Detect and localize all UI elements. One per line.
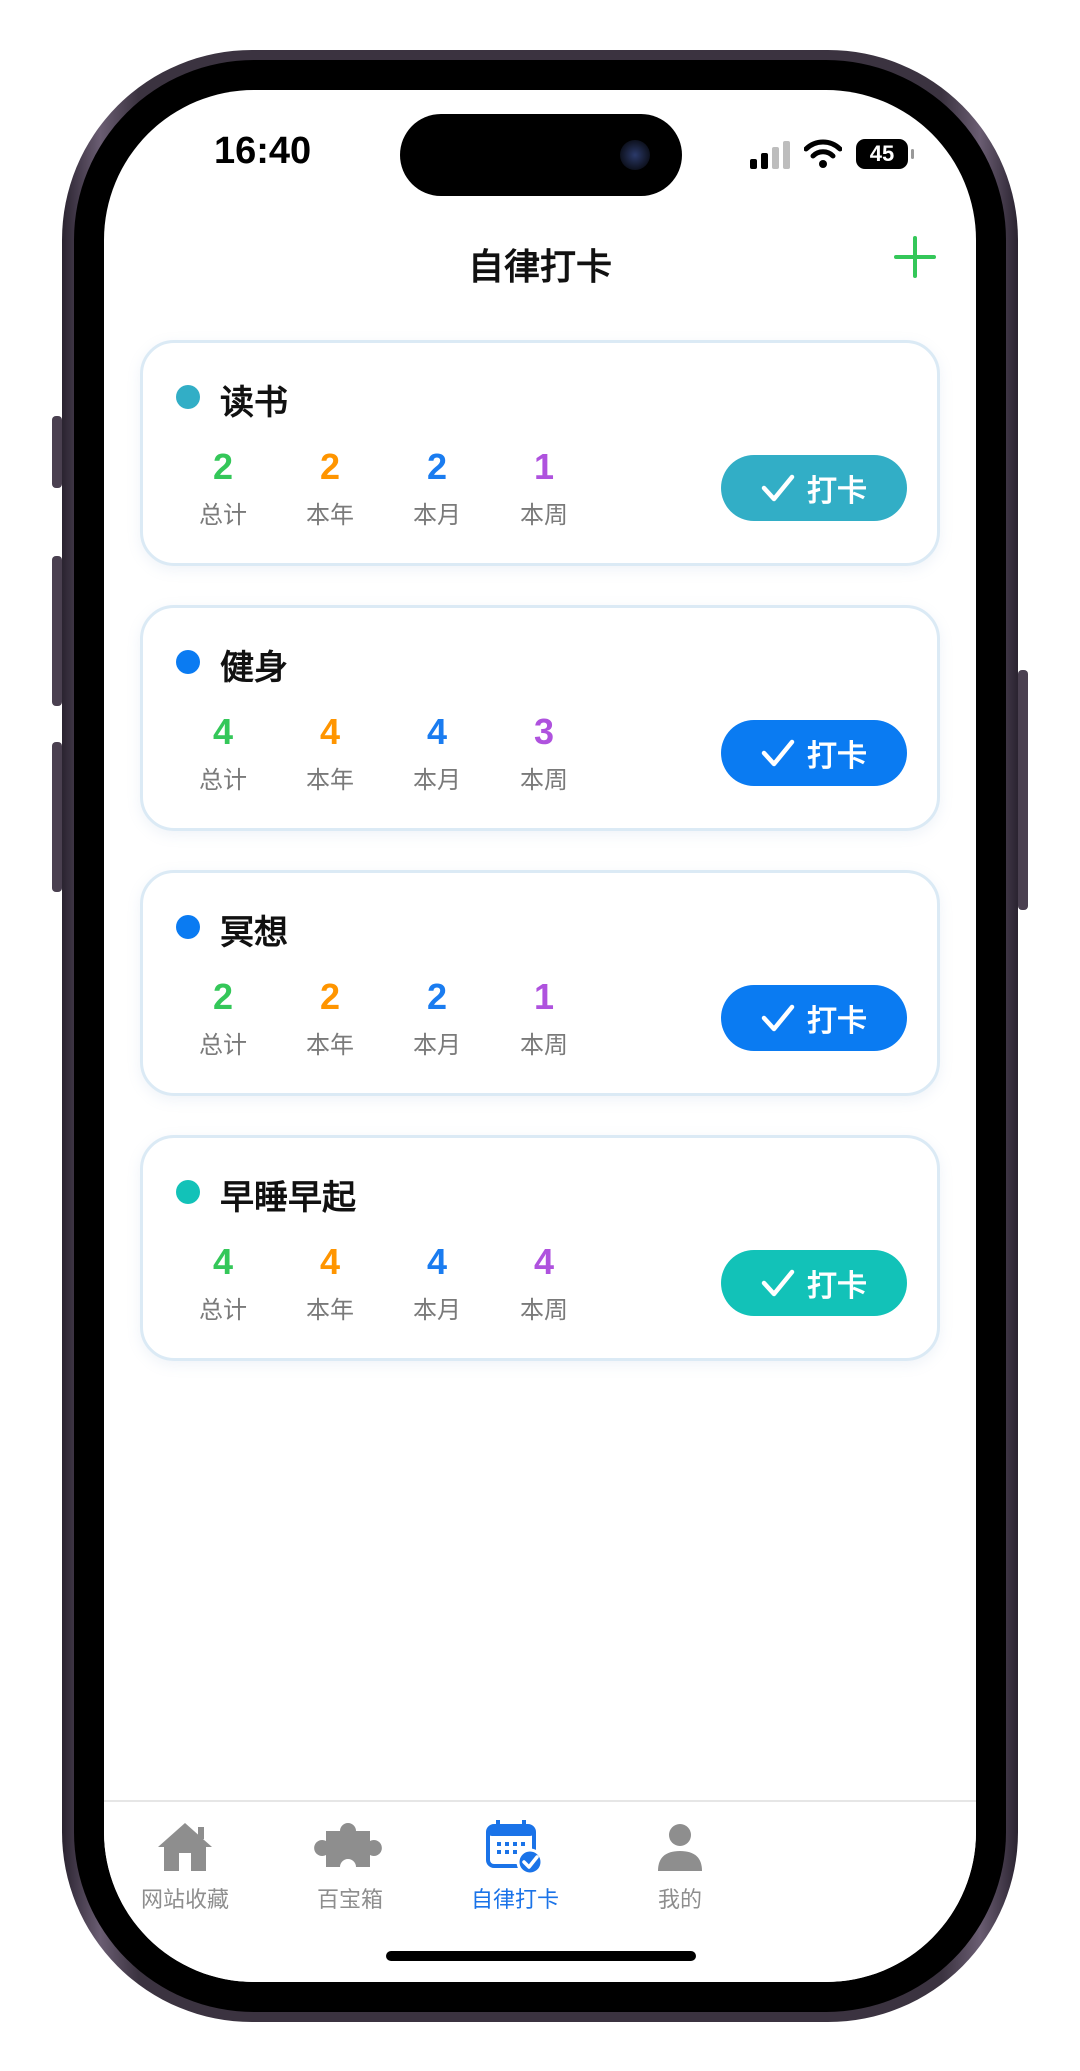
checkmark-icon: [761, 474, 795, 502]
habit-stat-month: 2 本月: [397, 447, 477, 530]
habit-stat-total: 2 总计: [183, 447, 263, 530]
person-icon: [658, 1824, 702, 1871]
page-title: 自律打卡: [467, 247, 612, 288]
stat-label: 本月: [413, 501, 461, 529]
checkin-button[interactable]: 打卡: [721, 1250, 907, 1316]
habit-stat-week: 1 本周: [504, 977, 584, 1060]
checkin-label: 打卡: [807, 1269, 867, 1304]
habit-stat-month: 4 本月: [397, 1242, 477, 1325]
checkin-button[interactable]: 打卡: [721, 985, 907, 1051]
tab-label: 我的: [657, 1888, 702, 1913]
habit-color-dot: [176, 650, 200, 674]
stat-value: 4: [426, 711, 448, 752]
action-button: [52, 416, 62, 488]
stat-label: 总计: [199, 1031, 247, 1059]
habit-color-dot: [176, 915, 200, 939]
power-button: [1018, 670, 1028, 910]
checkmark-icon: [761, 739, 795, 767]
checkin-label: 打卡: [807, 474, 867, 509]
stat-label: 本周: [520, 766, 568, 794]
stat-value: 4: [319, 711, 341, 752]
stat-label: 本月: [413, 766, 461, 794]
habit-card[interactable]: 冥想 2 总计 2 本年 2 本月 1 本周 打卡: [140, 870, 940, 1096]
habit-card[interactable]: 早睡早起 4 总计 4 本年 4 本月 4 本周 打卡: [140, 1135, 940, 1361]
tab-label: 网站收藏: [140, 1888, 229, 1913]
status-icons: 45: [750, 136, 914, 172]
cellular-signal-icon: [750, 139, 790, 169]
habit-card[interactable]: 健身 4 总计 4 本年 4 本月 3 本周 打卡: [140, 605, 940, 831]
habit-stat-total: 2 总计: [183, 977, 263, 1060]
volume-down-button: [52, 742, 62, 892]
calendar-check-icon: [486, 1820, 544, 1876]
habit-stat-week: 4 本周: [504, 1242, 584, 1325]
camera-icon: [620, 140, 650, 170]
checkin-button[interactable]: 打卡: [721, 455, 907, 521]
stat-label: 总计: [199, 766, 247, 794]
habit-name: 健身: [220, 648, 288, 688]
stat-label: 本年: [306, 1031, 354, 1059]
checkin-label: 打卡: [807, 739, 867, 774]
habit-name: 冥想: [220, 913, 288, 953]
stat-value: 4: [319, 1241, 341, 1282]
stat-value: 1: [533, 446, 555, 487]
add-habit-button[interactable]: [894, 236, 936, 278]
habit-stat-year: 4 本年: [290, 1242, 370, 1325]
checkmark-icon: [761, 1004, 795, 1032]
tab-website-favorites[interactable]: 网站收藏: [105, 1816, 265, 1914]
stat-label: 本年: [306, 1296, 354, 1324]
stat-label: 本月: [413, 1031, 461, 1059]
habit-stat-year: 2 本年: [290, 977, 370, 1060]
stat-value: 2: [319, 446, 341, 487]
stat-label: 本年: [306, 766, 354, 794]
stat-label: 本周: [520, 1031, 568, 1059]
stat-value: 3: [533, 711, 555, 752]
stat-label: 本月: [413, 1296, 461, 1324]
habit-stat-month: 2 本月: [397, 977, 477, 1060]
stat-label: 本周: [520, 501, 568, 529]
habit-card[interactable]: 读书 2 总计 2 本年 2 本月 1 本周 打卡: [140, 340, 940, 566]
habit-stat-total: 4 总计: [183, 1242, 263, 1325]
tab-label: 自律打卡: [470, 1888, 559, 1913]
stat-value: 4: [212, 711, 234, 752]
stat-value: 2: [319, 976, 341, 1017]
habit-stat-total: 4 总计: [183, 712, 263, 795]
tab-profile[interactable]: 我的: [600, 1816, 760, 1914]
stat-value: 4: [212, 1241, 234, 1282]
stat-value: 1: [533, 976, 555, 1017]
phone-screen: 16:40 45 自律打卡 读书 2 总计 2 本年 2 本月 1 本周 打卡 …: [104, 90, 976, 1982]
tab-habit-checkin[interactable]: 自律打卡: [435, 1816, 595, 1914]
stat-label: 本周: [520, 1296, 568, 1324]
wifi-icon: [804, 139, 842, 168]
stat-value: 2: [212, 976, 234, 1017]
home-icon: [158, 1823, 212, 1871]
habit-color-dot: [176, 1180, 200, 1204]
volume-up-button: [52, 556, 62, 706]
status-time: 16:40: [214, 130, 312, 172]
habit-stat-year: 4 本年: [290, 712, 370, 795]
dynamic-island: [400, 114, 682, 196]
stat-value: 2: [426, 446, 448, 487]
stat-label: 总计: [199, 501, 247, 529]
battery-icon: 45: [856, 139, 914, 169]
habit-color-dot: [176, 385, 200, 409]
puzzle-icon: [314, 1823, 382, 1867]
checkin-button[interactable]: 打卡: [721, 720, 907, 786]
habit-name: 早睡早起: [220, 1178, 356, 1218]
home-indicator[interactable]: [386, 1951, 696, 1961]
checkin-label: 打卡: [807, 1004, 867, 1039]
stat-label: 本年: [306, 501, 354, 529]
habit-stat-month: 4 本月: [397, 712, 477, 795]
stat-value: 4: [533, 1241, 555, 1282]
tab-label: 百宝箱: [316, 1888, 383, 1913]
stat-value: 4: [426, 1241, 448, 1282]
habit-stat-year: 2 本年: [290, 447, 370, 530]
habit-stat-week: 1 本周: [504, 447, 584, 530]
checkmark-icon: [761, 1269, 795, 1297]
stat-label: 总计: [199, 1296, 247, 1324]
tab-toolbox[interactable]: 百宝箱: [270, 1816, 430, 1914]
habit-stat-week: 3 本周: [504, 712, 584, 795]
stat-value: 2: [426, 976, 448, 1017]
habit-name: 读书: [220, 383, 288, 423]
stat-value: 2: [212, 446, 234, 487]
